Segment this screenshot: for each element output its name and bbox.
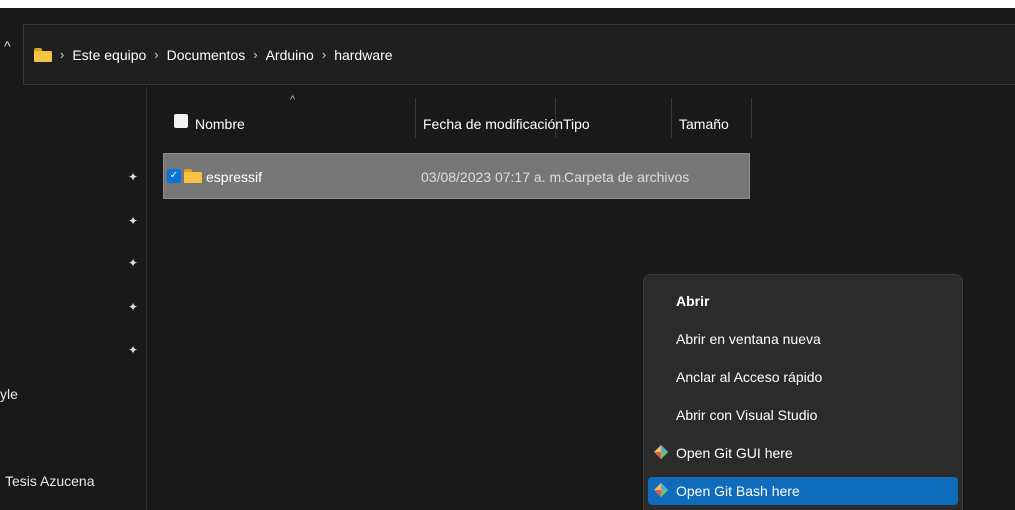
column-header-name[interactable]: Nombre	[195, 116, 245, 132]
sidebar-item-label[interactable]: Tesis Azucena	[5, 473, 95, 489]
pin-icon[interactable]: ✦	[128, 300, 140, 314]
context-menu: Abrir Abrir en ventana nueva Anclar al A…	[643, 274, 963, 510]
menu-item-label: Open Git GUI here	[676, 445, 793, 461]
git-icon	[654, 445, 668, 459]
breadcrumb-documentos[interactable]: › Documentos	[146, 47, 245, 63]
breadcrumb-label: Documentos	[166, 46, 246, 63]
column-divider[interactable]	[751, 98, 752, 138]
pin-icon[interactable]: ✦	[128, 170, 140, 184]
menu-item-open-git-bash[interactable]: Open Git Bash here	[648, 477, 958, 505]
breadcrumb-label: Este equipo	[72, 46, 147, 63]
pin-icon[interactable]: ✦	[128, 343, 140, 357]
column-divider[interactable]	[555, 98, 556, 138]
up-arrow-icon[interactable]: ^	[4, 38, 20, 54]
row-checkbox[interactable]: ✓	[167, 169, 181, 183]
menu-item-abrir-visual-studio[interactable]: Abrir con Visual Studio	[648, 401, 958, 429]
pin-icon[interactable]: ✦	[128, 214, 140, 228]
column-header-size[interactable]: Tamaño	[679, 116, 729, 132]
menu-item-abrir-ventana-nueva[interactable]: Abrir en ventana nueva	[648, 325, 958, 353]
menu-item-label: Abrir en ventana nueva	[676, 331, 821, 347]
chevron-right-icon: ›	[60, 47, 65, 62]
breadcrumb-este-equipo[interactable]: › Este equipo	[52, 47, 146, 63]
breadcrumb-arduino[interactable]: › Arduino	[245, 47, 314, 63]
chevron-right-icon: ›	[321, 47, 327, 62]
chevron-right-icon: ›	[154, 47, 159, 62]
file-row[interactable]: ✓ espressif 03/08/2023 07:17 a. m. Carpe…	[163, 153, 750, 199]
chevron-right-icon: ›	[253, 47, 258, 62]
menu-item-anclar-acceso-rapido[interactable]: Anclar al Acceso rápido	[648, 363, 958, 391]
address-bar[interactable]: › Este equipo › Documentos › Arduino › h…	[23, 24, 1015, 85]
pin-icon[interactable]: ✦	[128, 256, 140, 270]
breadcrumb-label: hardware	[334, 46, 393, 63]
git-icon	[654, 483, 668, 497]
sort-ascending-icon: ^	[290, 94, 296, 106]
file-date: 03/08/2023 07:17 a. m.	[421, 169, 565, 185]
navigation-pane: ✦ ✦ ✦ ✦ ✦ yle Tesis Azucena	[0, 86, 147, 510]
select-all-checkbox[interactable]	[174, 114, 188, 128]
breadcrumb-hardware[interactable]: › hardware	[314, 47, 393, 63]
menu-item-abrir[interactable]: Abrir	[648, 287, 958, 315]
menu-item-open-git-gui[interactable]: Open Git GUI here	[648, 439, 958, 467]
folder-icon	[34, 47, 52, 62]
menu-item-label: Open Git Bash here	[676, 483, 800, 499]
column-divider[interactable]	[415, 98, 416, 138]
column-divider[interactable]	[671, 98, 672, 138]
breadcrumb-label: Arduino	[265, 46, 314, 63]
menu-item-label: Abrir	[676, 293, 710, 309]
folder-icon	[184, 169, 202, 183]
menu-item-label: Abrir con Visual Studio	[676, 407, 818, 423]
column-header-date[interactable]: Fecha de modificación	[423, 116, 563, 132]
file-name: espressif	[206, 169, 263, 185]
sidebar-item-label[interactable]: yle	[0, 386, 18, 402]
menu-item-label: Anclar al Acceso rápido	[676, 369, 823, 385]
file-type: Carpeta de archivos	[564, 169, 690, 185]
window-top-strip	[0, 0, 1015, 8]
column-header-type[interactable]: Tipo	[563, 116, 590, 132]
column-header-row: ^ Nombre Fecha de modificación Tipo Tama…	[147, 86, 1015, 156]
